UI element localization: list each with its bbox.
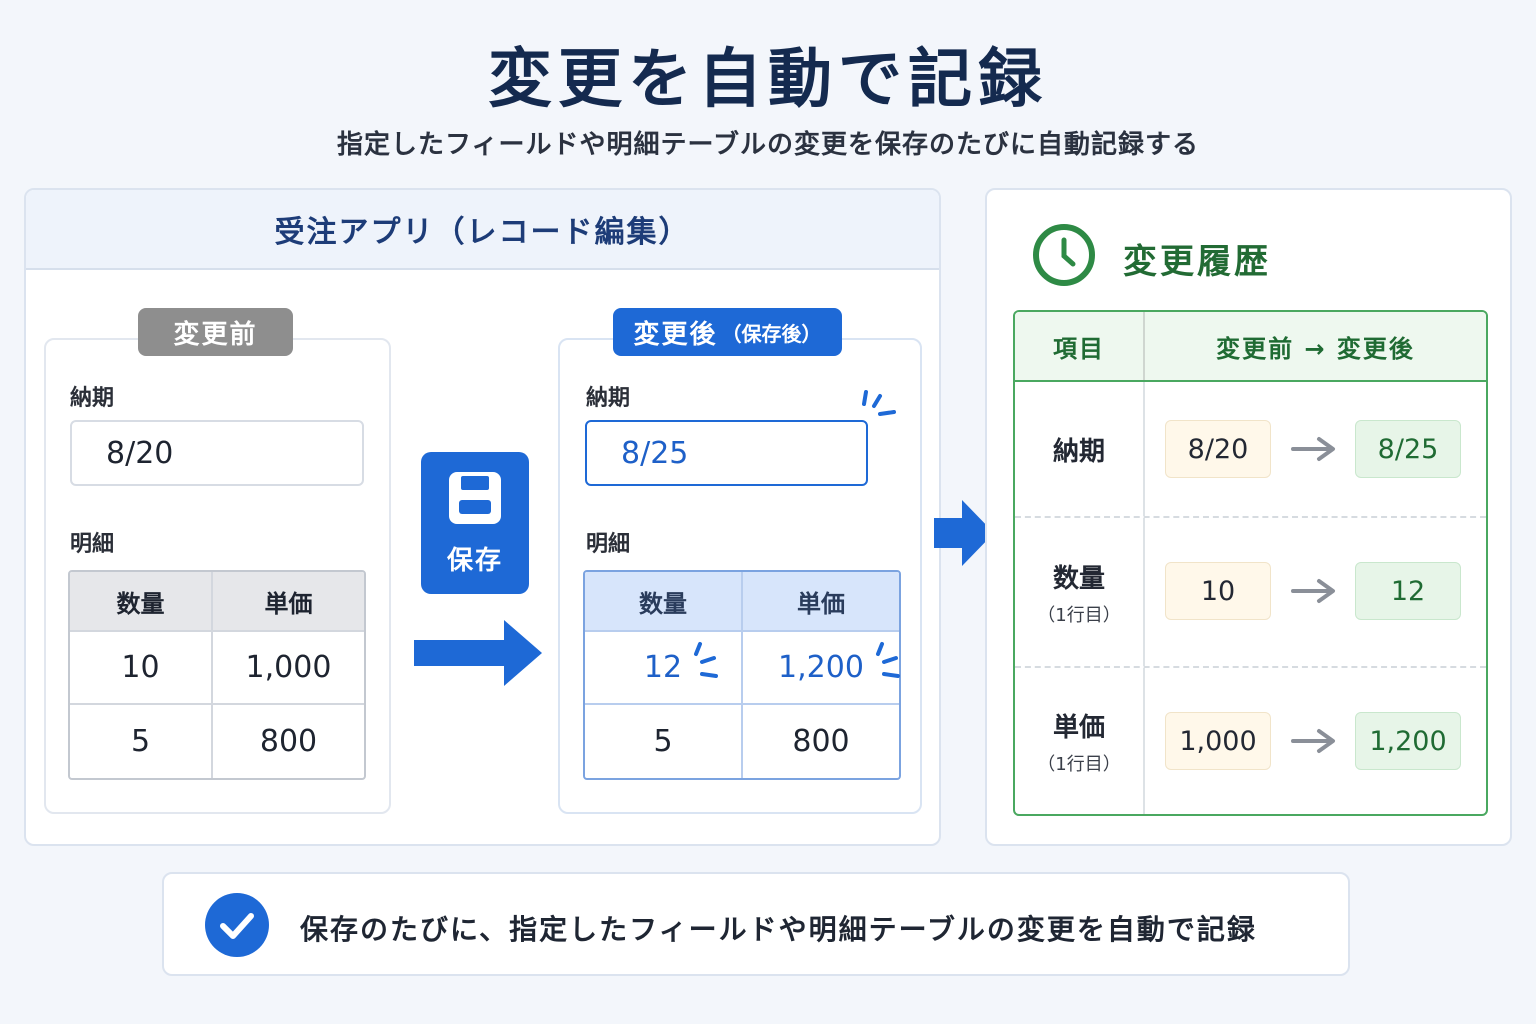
detail-table-before: 数量 単価 10 1,000 5 800 xyxy=(68,570,366,780)
table-cell[interactable]: 800 xyxy=(213,705,364,778)
table-cell[interactable]: 1,000 xyxy=(213,632,364,705)
history-table-header: 項目 変更前 → 変更後 xyxy=(1015,312,1486,382)
due-label: 納期 xyxy=(586,386,631,411)
save-label: 保存 xyxy=(446,545,503,576)
history-row: 単価 （1行目） 1,000 1,200 xyxy=(1015,668,1486,814)
new-value: 1,200 xyxy=(1355,712,1461,770)
sparkle-icon xyxy=(862,390,896,416)
column-header-quantity: 数量 xyxy=(70,572,213,632)
before-badge: 変更前 xyxy=(138,308,293,356)
table-cell[interactable]: 5 xyxy=(585,705,743,778)
due-label: 納期 xyxy=(70,386,115,411)
history-row: 納期 8/20 8/25 xyxy=(1015,382,1486,518)
history-table: 項目 変更前 → 変更後 納期 8/20 8/25 数量 （1行目） 10 12… xyxy=(1013,310,1488,816)
before-card: 納期 8/20 明細 数量 単価 10 1,000 5 800 xyxy=(44,338,391,814)
floppy-disk-icon xyxy=(449,471,501,524)
table-cell[interactable]: 800 xyxy=(743,705,899,778)
footer-note: 保存のたびに、指定したフィールドや明細テーブルの変更を自動で記録 xyxy=(162,872,1350,976)
column-header-unit-price: 単価 xyxy=(213,572,364,632)
record-edit-panel: 受注アプリ（レコード編集） 納期 8/20 明細 数量 単価 10 1,000 … xyxy=(24,188,941,846)
after-badge-sub: （保存後） xyxy=(721,321,822,346)
history-item: 単価 （1行目） xyxy=(1015,668,1145,814)
new-value: 8/25 xyxy=(1355,420,1461,478)
history-item: 数量 （1行目） xyxy=(1015,518,1145,666)
sparkle-icon xyxy=(694,642,718,678)
page-title: 変更を自動で記録 xyxy=(488,43,1048,117)
sparkle-icon xyxy=(876,642,900,678)
arrow-right-icon xyxy=(414,620,542,686)
history-item: 納期 xyxy=(1015,382,1145,516)
table-cell[interactable]: 10 xyxy=(70,632,213,705)
clock-icon xyxy=(1033,224,1095,286)
history-title: 変更履歴 xyxy=(1123,242,1271,282)
arrow-right-icon xyxy=(1291,729,1335,753)
detail-table-after: 数量 単価 12 1,200 5 800 xyxy=(583,570,901,780)
arrow-right-icon xyxy=(1291,437,1335,461)
table-cell[interactable]: 5 xyxy=(70,705,213,778)
new-value: 12 xyxy=(1355,562,1461,620)
old-value: 1,000 xyxy=(1165,712,1271,770)
after-badge-label: 変更後 xyxy=(633,319,718,350)
footer-text: 保存のたびに、指定したフィールドや明細テーブルの変更を自動で記録 xyxy=(300,913,1257,946)
app-header: 受注アプリ（レコード編集） xyxy=(26,190,939,270)
column-header-change: 変更前 → 変更後 xyxy=(1216,334,1415,363)
history-item-label: 数量 xyxy=(1052,563,1105,594)
detail-label: 明細 xyxy=(586,532,631,557)
history-item-sub: （1行目） xyxy=(1037,604,1121,626)
old-value: 8/20 xyxy=(1165,420,1271,478)
arrow-right-icon xyxy=(1291,579,1335,603)
after-badge: 変更後 （保存後） xyxy=(613,308,842,356)
history-item-label: 納期 xyxy=(1052,436,1105,467)
detail-label: 明細 xyxy=(70,532,115,557)
save-button[interactable]: 保存 xyxy=(421,452,529,594)
old-value: 10 xyxy=(1165,562,1271,620)
check-circle-icon xyxy=(205,893,269,957)
history-item-label: 単価 xyxy=(1052,712,1105,743)
column-header-unit-price: 単価 xyxy=(743,572,899,632)
due-field-after[interactable]: 8/25 xyxy=(585,420,868,486)
after-card: 納期 8/25 明細 数量 単価 12 1,200 5 800 xyxy=(558,338,922,814)
column-header-quantity: 数量 xyxy=(585,572,743,632)
due-field-before[interactable]: 8/20 xyxy=(70,420,364,486)
history-item-sub: （1行目） xyxy=(1037,753,1121,775)
change-history-panel: 変更履歴 項目 変更前 → 変更後 納期 8/20 8/25 数量 （1行目） xyxy=(985,188,1512,846)
column-header-item: 項目 xyxy=(1015,312,1145,380)
history-row: 数量 （1行目） 10 12 xyxy=(1015,518,1486,668)
page-subtitle: 指定したフィールドや明細テーブルの変更を保存のたびに自動記録する xyxy=(337,130,1199,160)
